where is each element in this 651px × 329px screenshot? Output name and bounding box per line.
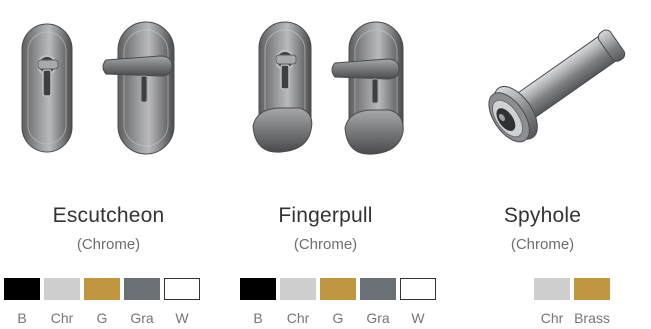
swatch-label: G bbox=[96, 310, 108, 326]
swatch-chrome[interactable]: Chr bbox=[534, 278, 570, 326]
swatch-graphite[interactable]: Gra bbox=[124, 278, 160, 326]
swatch-white[interactable]: W bbox=[164, 278, 200, 326]
swatch-gold[interactable]: G bbox=[320, 278, 356, 326]
swatch-label: B bbox=[17, 310, 27, 326]
swatch-label: Chr bbox=[286, 310, 310, 326]
fingerpull-icon bbox=[217, 8, 434, 188]
product-finish: (Chrome) bbox=[510, 236, 575, 253]
swatch-graphite[interactable]: Gra bbox=[360, 278, 396, 326]
swatch-white[interactable]: W bbox=[400, 278, 436, 326]
swatch-brass[interactable]: Brass bbox=[574, 278, 610, 326]
swatch-label: B bbox=[253, 310, 263, 326]
swatch-chip[interactable] bbox=[124, 278, 160, 300]
swatch-label: W bbox=[175, 310, 189, 326]
swatch-chip[interactable] bbox=[400, 278, 436, 300]
swatch-chip[interactable] bbox=[320, 278, 356, 300]
swatch-label: Gra bbox=[130, 310, 154, 326]
swatch-chip[interactable] bbox=[360, 278, 396, 300]
swatch-label: G bbox=[332, 310, 344, 326]
color-swatches: B Chr G Gra W bbox=[4, 278, 200, 326]
swatch-label: Gra bbox=[366, 310, 390, 326]
swatch-label: Chr bbox=[50, 310, 74, 326]
product-name: Spyhole bbox=[503, 204, 582, 227]
swatch-black[interactable]: B bbox=[4, 278, 40, 326]
swatch-chip[interactable] bbox=[84, 278, 120, 300]
swatch-chip[interactable] bbox=[4, 278, 40, 300]
swatch-chip[interactable] bbox=[44, 278, 80, 300]
swatch-black[interactable]: B bbox=[240, 278, 276, 326]
swatch-chip[interactable] bbox=[280, 278, 316, 300]
swatch-label: W bbox=[411, 310, 425, 326]
swatch-chrome[interactable]: Chr bbox=[44, 278, 80, 326]
product-finish: (Chrome) bbox=[76, 236, 141, 253]
swatch-chip[interactable] bbox=[240, 278, 276, 300]
swatch-chip[interactable] bbox=[534, 278, 570, 300]
escutcheon-icon bbox=[0, 8, 217, 188]
swatch-chip[interactable] bbox=[574, 278, 610, 300]
color-swatches: Chr Brass bbox=[534, 278, 610, 326]
swatch-chrome[interactable]: Chr bbox=[280, 278, 316, 326]
swatch-label: Brass bbox=[574, 310, 610, 326]
swatch-label: Chr bbox=[540, 310, 564, 326]
spyhole-icon bbox=[434, 8, 651, 188]
color-swatches: B Chr G Gra W bbox=[240, 278, 436, 326]
swatch-gold[interactable]: G bbox=[84, 278, 120, 326]
product-name: Escutcheon bbox=[52, 204, 165, 227]
swatch-chip[interactable] bbox=[164, 278, 200, 300]
product-finish: (Chrome) bbox=[293, 236, 358, 253]
product-name: Fingerpull bbox=[278, 204, 373, 227]
